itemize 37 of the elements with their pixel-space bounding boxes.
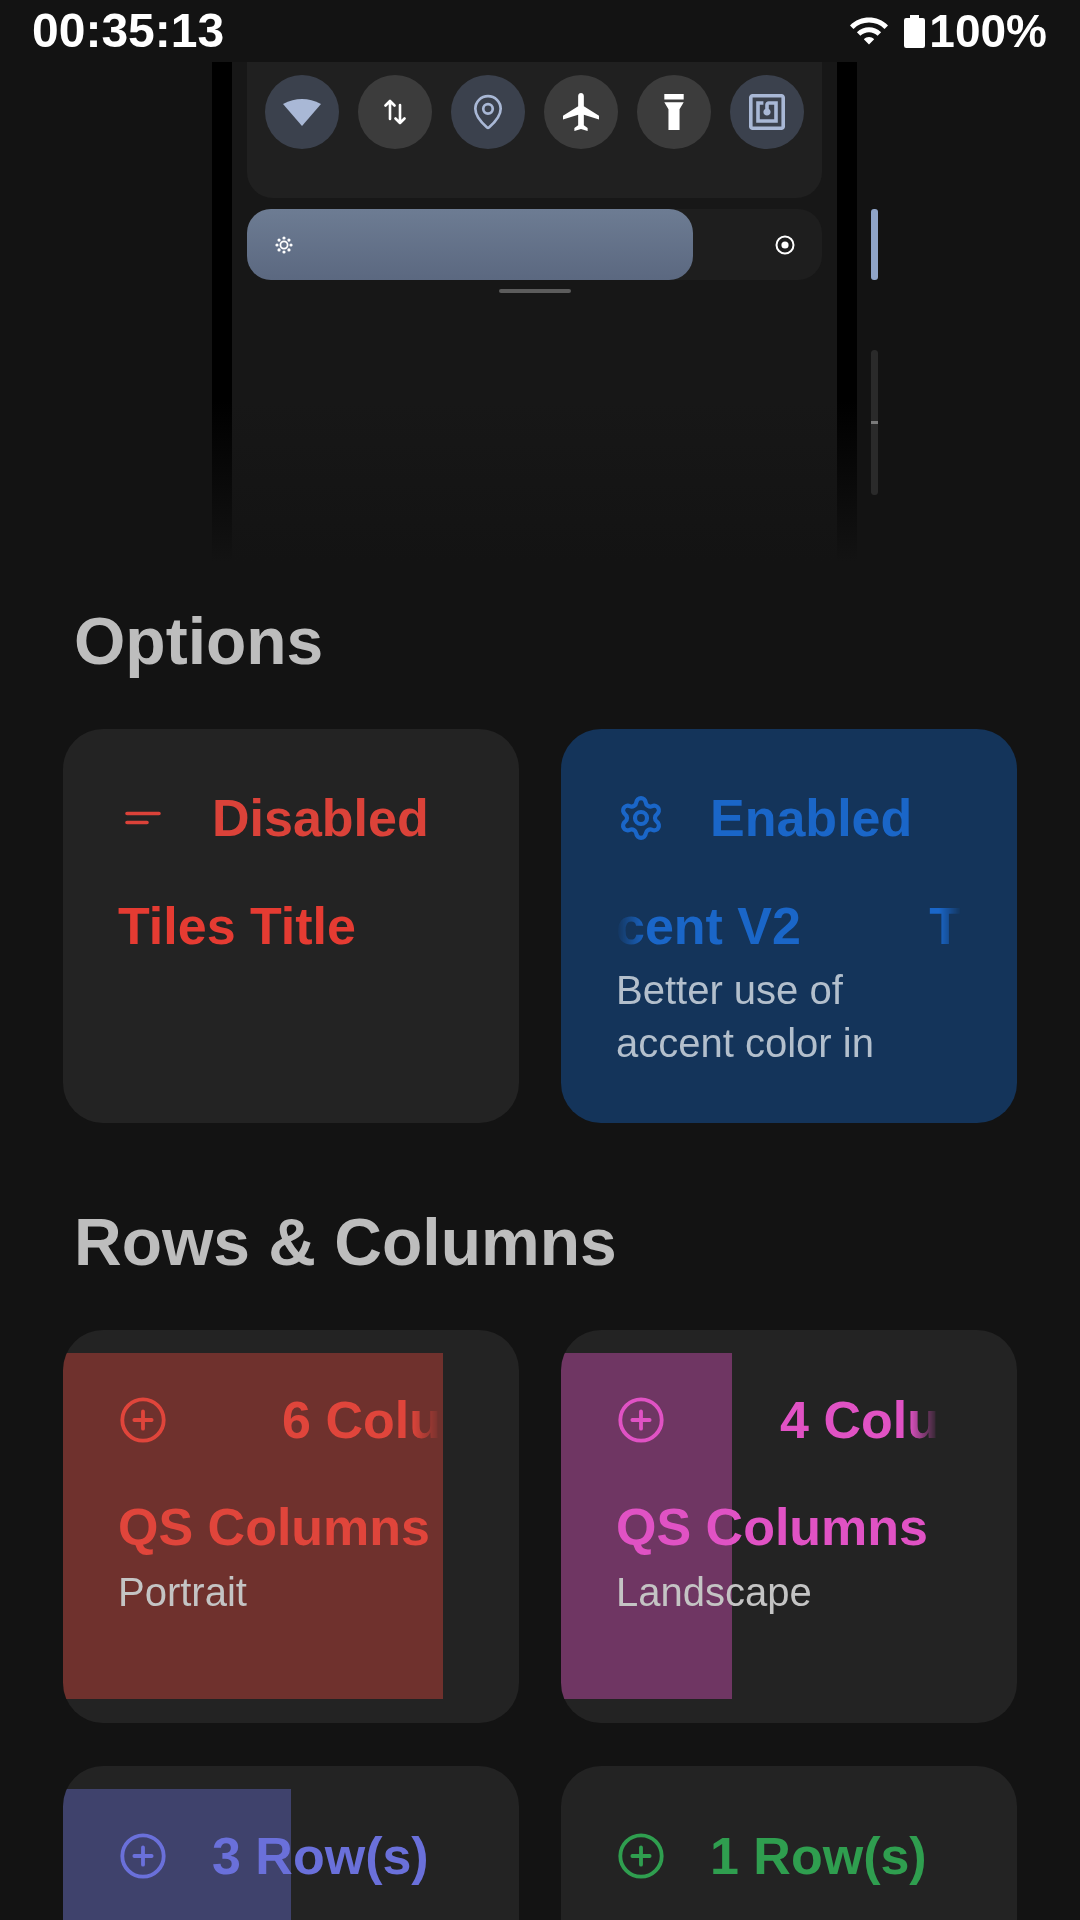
option-card[interactable]: Disabled Tiles Title (63, 729, 519, 1123)
tile-title: T (929, 896, 961, 956)
count-slider-card[interactable]: 1 Row(s) (561, 1766, 1017, 1920)
wifi-icon (283, 98, 321, 126)
battery-percentage: 100% (929, 4, 1047, 59)
tile-title: QS Columns (616, 1497, 930, 1557)
battery-icon (904, 14, 926, 48)
tile-subtitle: Landscape (616, 1569, 813, 1616)
count-slider-card[interactable]: 4 Colu QS Columns Landscape (561, 1330, 1017, 1723)
option-card[interactable]: Enabled cent V2 T Better use of accent color in (561, 729, 1017, 1123)
count-value: 4 Colu (780, 1390, 939, 1450)
nfc-icon (749, 94, 785, 130)
wifi-icon (850, 16, 889, 46)
count-slider-card[interactable]: 3 Row(s) (63, 1766, 519, 1920)
section-heading: Options (74, 603, 325, 680)
up-down-arrows-icon (384, 98, 406, 126)
tile-title: QS Columns (118, 1497, 432, 1557)
brightness-slider[interactable] (247, 209, 822, 280)
option-description: Better use of accent color in (616, 967, 875, 1067)
count-value: 1 Row(s) (710, 1826, 927, 1886)
status-label: Disabled (212, 788, 429, 848)
count-value: 3 Row(s) (212, 1826, 429, 1886)
count-slider-card[interactable]: 6 Colu QS Columns Portrait (63, 1330, 519, 1723)
tile-subtitle: Portrait (118, 1569, 248, 1616)
tile-title: cent V2 (616, 896, 801, 956)
flashlight-icon (664, 94, 684, 130)
short-lines-icon (124, 811, 161, 825)
scrollbar-thumb (871, 209, 878, 280)
airplane-icon (563, 93, 599, 131)
drag-handle[interactable] (498, 289, 571, 293)
sun-icon (275, 235, 293, 254)
target-icon (775, 234, 795, 255)
tile-title: Tiles Title (118, 896, 356, 956)
status-label: Enabled (710, 788, 913, 848)
section-heading: Rows & Columns (74, 1204, 618, 1281)
clock: 00:35:13 (32, 3, 225, 59)
count-value: 6 Colu (282, 1390, 441, 1450)
